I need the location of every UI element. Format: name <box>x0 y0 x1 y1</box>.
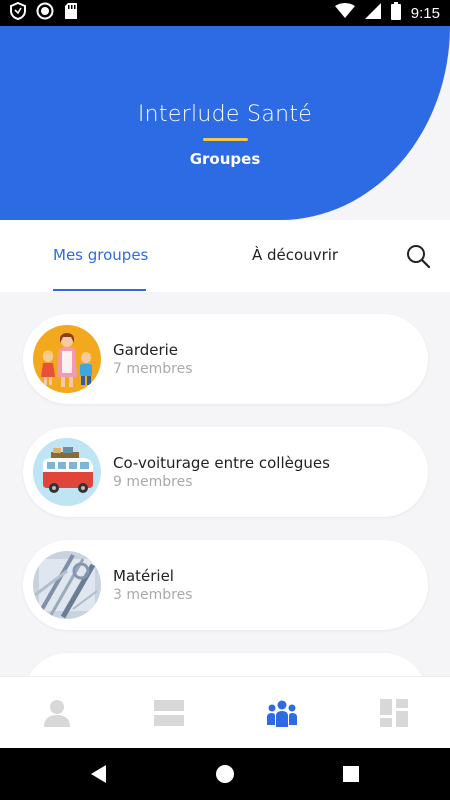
app-title: Interlude Santé <box>137 102 313 127</box>
group-avatar-family <box>33 325 101 393</box>
system-navigation-bar <box>0 748 450 800</box>
title-underline <box>203 138 248 141</box>
group-avatar-tools <box>33 551 101 619</box>
group-name: Garderie <box>113 341 179 359</box>
signal-icon <box>364 3 381 23</box>
back-icon[interactable] <box>87 762 111 786</box>
group-card-garderie[interactable]: Garderie 7 membres <box>23 314 428 404</box>
group-member-count: 9 membres <box>113 474 193 490</box>
bottom-navigation <box>0 676 450 748</box>
feed-icon[interactable] <box>153 697 185 729</box>
dashboard-icon[interactable] <box>378 697 410 729</box>
group-list: Garderie 7 membres Co-voiturage entre co… <box>0 292 450 676</box>
record-icon <box>36 2 54 24</box>
person-icon[interactable] <box>41 697 73 729</box>
group-member-count: 3 membres <box>113 587 193 603</box>
recents-icon[interactable] <box>339 762 363 786</box>
status-bar: 9:15 <box>0 0 450 26</box>
group-name: Matériel <box>113 567 174 585</box>
app-header: Interlude Santé Groupes <box>0 26 450 220</box>
active-tab-indicator <box>53 289 146 291</box>
wifi-icon <box>334 3 355 23</box>
shield-icon <box>10 1 26 24</box>
group-member-count: 7 membres <box>113 361 193 377</box>
group-card-materiel[interactable]: Matériel 3 membres <box>23 540 428 630</box>
page-subtitle: Groupes <box>189 150 261 168</box>
group-card-partial[interactable] <box>23 653 428 676</box>
battery-icon <box>390 2 401 24</box>
group-avatar-van <box>33 438 101 506</box>
clock: 9:15 <box>410 4 440 22</box>
groups-icon[interactable] <box>266 697 298 729</box>
search-icon[interactable] <box>405 243 431 269</box>
tab-a-decouvrir[interactable]: À découvrir <box>252 246 338 264</box>
tab-mes-groupes[interactable]: Mes groupes <box>53 246 148 264</box>
sd-card-icon <box>64 2 78 24</box>
group-card-co-voiturage[interactable]: Co-voiturage entre collègues 9 membres <box>23 427 428 517</box>
home-icon[interactable] <box>213 762 237 786</box>
tab-bar: Mes groupes À découvrir <box>0 220 450 292</box>
group-name: Co-voiturage entre collègues <box>113 454 330 472</box>
